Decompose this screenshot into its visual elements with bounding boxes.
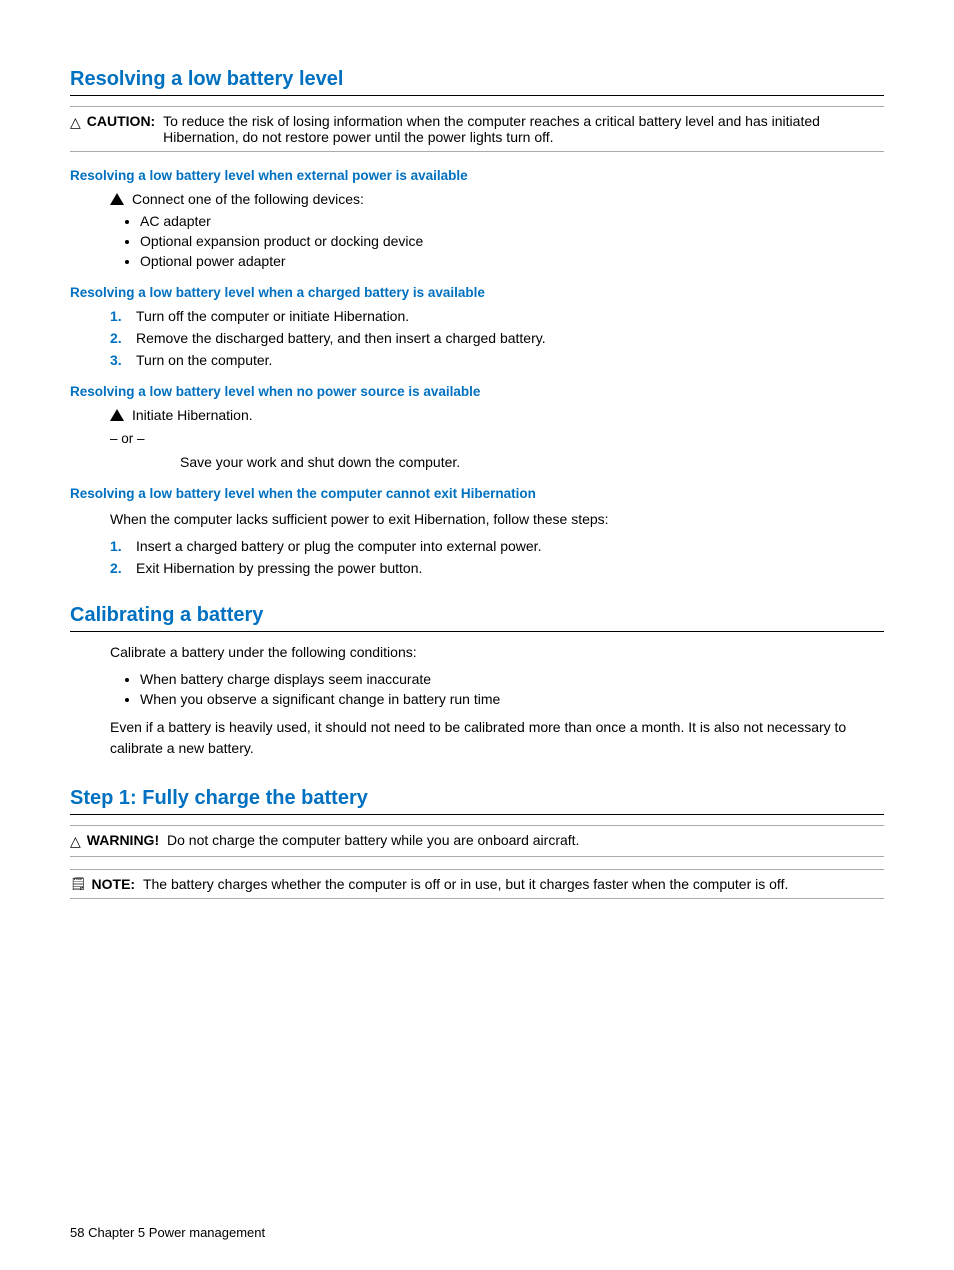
section1-block: Resolving a low battery level △ CAUTION:…	[70, 68, 884, 576]
triangle-filled-icon2	[110, 409, 124, 421]
warning-label: WARNING!	[87, 832, 159, 848]
note-label: NOTE:	[92, 876, 136, 892]
subsection-charged-battery: Resolving a low battery level when a cha…	[70, 285, 884, 368]
cannot-exit-intro: When the computer lacks sufficient power…	[110, 509, 884, 530]
list-item: AC adapter	[140, 213, 884, 229]
caution-label: CAUTION:	[87, 113, 155, 129]
section2-content: Calibrate a battery under the following …	[110, 642, 884, 759]
subsection-cannot-exit-title: Resolving a low battery level when the c…	[70, 486, 884, 501]
warning-triangle-icon: △	[70, 833, 81, 850]
subsection-charged-title: Resolving a low battery level when a cha…	[70, 285, 884, 300]
list-item: 1.Insert a charged battery or plug the c…	[110, 538, 884, 554]
no-power-content: Initiate Hibernation. – or – Save your w…	[110, 407, 884, 470]
section3-title: Step 1: Fully charge the battery	[70, 787, 884, 815]
section2-block: Calibrating a battery Calibrate a batter…	[70, 604, 884, 759]
section2-extra: Even if a battery is heavily used, it sh…	[110, 717, 884, 759]
page-footer: 58 Chapter 5 Power management	[70, 1225, 265, 1240]
subsection-external-power: Resolving a low battery level when exter…	[70, 168, 884, 269]
section2-intro: Calibrate a battery under the following …	[110, 642, 884, 663]
note-text: The battery charges whether the computer…	[143, 876, 788, 892]
section3-block: Step 1: Fully charge the battery △ WARNI…	[70, 787, 884, 899]
or-text: – or –	[110, 431, 884, 446]
caution-box: △ CAUTION: To reduce the risk of losing …	[70, 106, 884, 152]
section2-title: Calibrating a battery	[70, 604, 884, 632]
list-item: 1.Turn off the computer or initiate Hibe…	[110, 308, 884, 324]
external-power-list: AC adapter Optional expansion product or…	[140, 213, 884, 269]
no-power-warning: Initiate Hibernation.	[110, 407, 884, 423]
list-item: Optional expansion product or docking de…	[140, 233, 884, 249]
save-work-text: Save your work and shut down the compute…	[180, 454, 884, 470]
cannot-exit-steps-list: 1.Insert a charged battery or plug the c…	[110, 538, 884, 576]
triangle-filled-icon	[110, 193, 124, 205]
subsection-no-power: Resolving a low battery level when no po…	[70, 384, 884, 470]
warning-box: △ WARNING! Do not charge the computer ba…	[70, 825, 884, 857]
list-item: 2.Remove the discharged battery, and the…	[110, 330, 884, 346]
note-icon: 🗒	[70, 876, 87, 892]
external-power-content: Connect one of the following devices: AC…	[110, 191, 884, 269]
subsection-cannot-exit: Resolving a low battery level when the c…	[70, 486, 884, 576]
warning-text: Do not charge the computer battery while…	[167, 832, 579, 848]
section1-title: Resolving a low battery level	[70, 68, 884, 96]
external-power-warning: Connect one of the following devices:	[110, 191, 884, 207]
caution-triangle-icon: △	[70, 114, 81, 131]
list-item: 3.Turn on the computer.	[110, 352, 884, 368]
list-item: Optional power adapter	[140, 253, 884, 269]
note-box: 🗒 NOTE: The battery charges whether the …	[70, 869, 884, 899]
list-item: 2.Exit Hibernation by pressing the power…	[110, 560, 884, 576]
caution-text: To reduce the risk of losing information…	[163, 113, 884, 145]
subsection-external-title: Resolving a low battery level when exter…	[70, 168, 884, 183]
list-item: When battery charge displays seem inaccu…	[140, 671, 884, 687]
charged-steps-list: 1.Turn off the computer or initiate Hibe…	[110, 308, 884, 368]
subsection-no-power-title: Resolving a low battery level when no po…	[70, 384, 884, 399]
cannot-exit-content: When the computer lacks sufficient power…	[110, 509, 884, 576]
calibrate-list: When battery charge displays seem inaccu…	[140, 671, 884, 707]
list-item: When you observe a significant change in…	[140, 691, 884, 707]
charged-battery-content: 1.Turn off the computer or initiate Hibe…	[110, 308, 884, 368]
